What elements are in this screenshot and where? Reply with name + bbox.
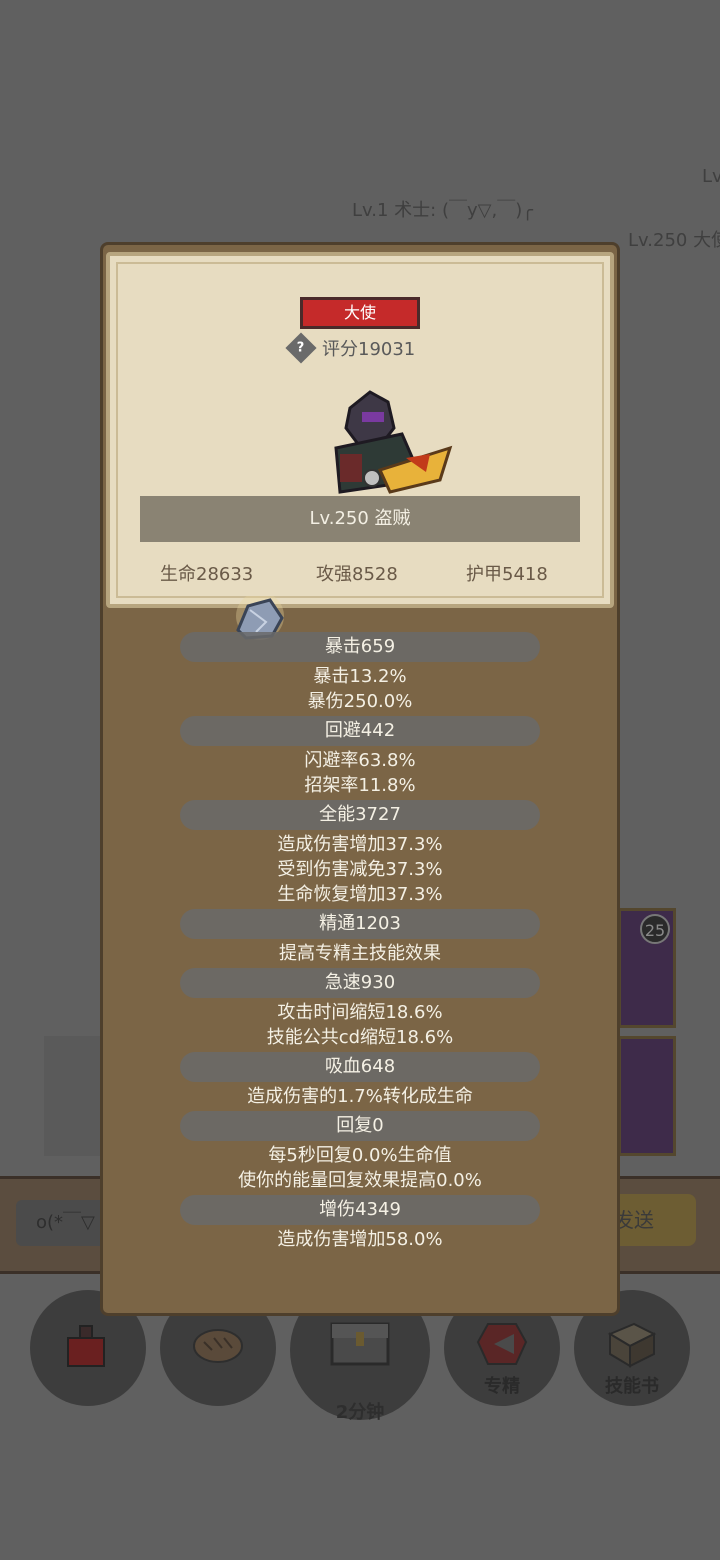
skill-book-label: 技能书 [605,1376,659,1397]
armor-stat: 护甲5418 [466,564,548,585]
stat-detail: 技能公共cd缩短18.6% [266,1027,454,1048]
stat-detail: 受到伤害减免37.3% [277,859,443,880]
stat-detail: 每5秒回复0.0%生命值 [268,1145,452,1166]
life-stat: 生命28633 [160,564,254,585]
stat-detail: 造成伤害增加37.3% [277,834,443,855]
stat-category-title: 吸血648 [324,1056,396,1077]
skill-card-badge: 25 [640,914,670,944]
stat-category: 增伤4349 [140,1193,580,1227]
background-skill-card-2 [618,1036,676,1156]
stat-detail: 暴伤250.0% [307,691,413,712]
stat-category-title: 急速930 [324,972,396,993]
stat-category-title: 增伤4349 [319,1199,401,1220]
character-avatar [334,390,453,494]
rank-badge: 大使 [300,297,420,329]
stat-detail: 暴击13.2% [313,666,407,687]
help-icon[interactable]: ? [285,332,317,364]
potion-icon [67,1325,105,1367]
stat-detail: 招架率11.8% [304,775,416,796]
stat-category: 全能3727 [140,798,580,832]
stat-category: 回避442 [140,714,580,748]
specialization-icon [476,1323,528,1365]
chest-timer-label: 2分钟 [335,1402,385,1423]
stat-detail: 造成伤害增加58.0% [277,1229,443,1250]
stat-detail: 造成伤害的1.7%转化成生命 [247,1086,473,1107]
stat-category-title: 暴击659 [324,636,396,657]
attack-stat: 攻强8528 [316,564,398,585]
stat-category: 回复0 [140,1109,580,1143]
stat-category-title: 回避442 [324,720,396,741]
chest-icon [330,1322,390,1366]
stat-category: 急速930 [140,966,580,1000]
bread-icon [193,1329,243,1363]
stat-category-title: 回复0 [336,1115,384,1136]
stat-detail: 提高专精主技能效果 [279,943,441,964]
specialization-label: 专精 [484,1376,520,1397]
background-player-label-2: Lv.250 大使 [628,230,720,251]
score-row: ? 评分19031 [285,332,416,364]
stat-detail: 使你的能量回复效果提高0.0% [238,1170,482,1191]
background-player-label: Lv.1 术士: (￣y▽,￣)╭ [352,200,534,221]
skill-book-icon [607,1322,657,1368]
stat-detail: 攻击时间缩短18.6% [277,1002,443,1023]
stat-category-title: 全能3727 [319,804,401,825]
background-edge-label: Lv [702,166,720,187]
level-class-bar: Lv.250 盗贼 [140,496,580,542]
stat-category: 吸血648 [140,1050,580,1084]
stat-category-title: 精通1203 [319,913,401,934]
stat-detail: 生命恢复增加37.3% [277,884,443,905]
stats-list: 暴击659 暴击13.2% 暴伤250.0% 回避442 闪避率63.8% 招架… [140,630,580,1252]
stat-category: 暴击659 [140,630,580,664]
stat-category: 精通1203 [140,907,580,941]
stat-detail: 闪避率63.8% [304,750,416,771]
score-value: 评分19031 [322,339,416,360]
